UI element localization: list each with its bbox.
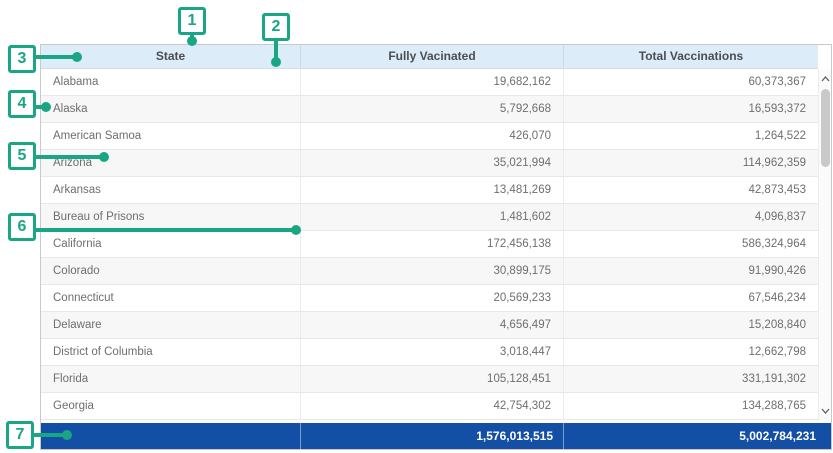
column-header-fully-vaccinated[interactable]: Fully Vacinated xyxy=(300,45,563,68)
table-body: Alabama19,682,16260,373,367Alaska5,792,6… xyxy=(41,69,818,420)
annotation-marker-4: 4 xyxy=(8,90,36,118)
scrollbar-thumb[interactable] xyxy=(821,89,830,167)
table-row[interactable]: California172,456,138586,324,964 xyxy=(41,231,818,258)
table-row[interactable]: Florida105,128,451331,191,302 xyxy=(41,366,818,393)
annotation-line-6 xyxy=(34,228,296,232)
annotation-marker-3: 3 xyxy=(8,45,36,73)
table-row[interactable]: Colorado30,899,17591,990,426 xyxy=(41,258,818,285)
state-cell: Georgia xyxy=(41,393,300,419)
table-row[interactable]: Alaska5,792,66816,593,372 xyxy=(41,96,818,123)
scroll-down-button[interactable] xyxy=(819,403,832,418)
fully-vaccinated-cell: 172,456,138 xyxy=(300,231,563,257)
total-vaccinations-cell: 1,264,522 xyxy=(563,123,818,149)
total-vaccinations-cell: 586,324,964 xyxy=(563,231,818,257)
total-vaccinations-cell: 15,208,840 xyxy=(563,312,818,338)
state-cell: Arizona xyxy=(41,150,300,176)
table-row[interactable]: Delaware4,656,49715,208,840 xyxy=(41,312,818,339)
table-row[interactable]: Arizona35,021,994114,962,359 xyxy=(41,150,818,177)
annotation-marker-1: 1 xyxy=(178,7,206,35)
fully-vaccinated-cell: 20,569,233 xyxy=(300,285,563,311)
table-row[interactable]: Georgia42,754,302134,288,765 xyxy=(41,393,818,420)
annotation-line-5 xyxy=(34,155,104,159)
column-header-total-vaccinations[interactable]: Total Vaccinations xyxy=(563,45,818,68)
vaccination-table: State Fully Vacinated Total Vaccinations… xyxy=(40,44,832,450)
fully-vaccinated-cell: 1,481,602 xyxy=(300,204,563,230)
state-cell: Bureau of Prisons xyxy=(41,204,300,230)
annotation-dot-3 xyxy=(72,52,82,62)
state-cell: District of Columbia xyxy=(41,339,300,365)
fully-vaccinated-cell: 426,070 xyxy=(300,123,563,149)
total-vaccinations-cell: 12,662,798 xyxy=(563,339,818,365)
total-vaccinations-cell: 331,191,302 xyxy=(563,366,818,392)
total-vaccinations-cell: 134,288,765 xyxy=(563,393,818,419)
fully-vaccinated-cell: 13,481,269 xyxy=(300,177,563,203)
total-vaccinations-cell: 114,962,359 xyxy=(563,150,818,176)
total-vaccinations-cell: 67,546,234 xyxy=(563,285,818,311)
table-row[interactable]: Arkansas13,481,26942,873,453 xyxy=(41,177,818,204)
state-cell: Alabama xyxy=(41,69,300,95)
annotation-dot-7 xyxy=(62,430,72,440)
total-vaccinations-cell: 91,990,426 xyxy=(563,258,818,284)
state-cell: Florida xyxy=(41,366,300,392)
annotation-dot-2 xyxy=(271,57,281,67)
annotation-dot-5 xyxy=(99,152,109,162)
table-row[interactable]: District of Columbia3,018,44712,662,798 xyxy=(41,339,818,366)
summary-row: 1,576,013,515 5,002,784,231 xyxy=(41,423,831,449)
chevron-up-icon xyxy=(821,76,830,82)
fully-vaccinated-cell: 5,792,668 xyxy=(300,96,563,122)
state-cell: Colorado xyxy=(41,258,300,284)
table-row[interactable]: Alabama19,682,16260,373,367 xyxy=(41,69,818,96)
fully-vaccinated-cell: 30,899,175 xyxy=(300,258,563,284)
vertical-scrollbar[interactable] xyxy=(818,69,831,420)
fully-vaccinated-cell: 4,656,497 xyxy=(300,312,563,338)
annotation-marker-7: 7 xyxy=(6,421,34,449)
fully-vaccinated-cell: 3,018,447 xyxy=(300,339,563,365)
fully-vaccinated-cell: 105,128,451 xyxy=(300,366,563,392)
state-cell: Connecticut xyxy=(41,285,300,311)
chevron-down-icon xyxy=(821,408,830,414)
total-vaccinations-cell: 42,873,453 xyxy=(563,177,818,203)
table-row[interactable]: American Samoa426,0701,264,522 xyxy=(41,123,818,150)
summary-state-cell xyxy=(41,423,300,449)
fully-vaccinated-cell: 35,021,994 xyxy=(300,150,563,176)
summary-total-vaccinations-cell: 5,002,784,231 xyxy=(563,423,831,449)
annotation-dot-1 xyxy=(187,36,197,46)
total-vaccinations-cell: 4,096,837 xyxy=(563,204,818,230)
annotation-dot-6 xyxy=(291,225,301,235)
annotated-table-screenshot: State Fully Vacinated Total Vaccinations… xyxy=(0,0,833,453)
total-vaccinations-cell: 16,593,372 xyxy=(563,96,818,122)
summary-fully-vaccinated-cell: 1,576,013,515 xyxy=(300,423,563,449)
annotation-marker-2: 2 xyxy=(262,13,290,41)
table-row[interactable]: Connecticut20,569,23367,546,234 xyxy=(41,285,818,312)
annotation-marker-5: 5 xyxy=(8,142,36,170)
annotation-marker-6: 6 xyxy=(8,213,36,241)
annotation-dot-4 xyxy=(41,102,51,112)
state-cell: Delaware xyxy=(41,312,300,338)
state-cell: Arkansas xyxy=(41,177,300,203)
fully-vaccinated-cell: 19,682,162 xyxy=(300,69,563,95)
total-vaccinations-cell: 60,373,367 xyxy=(563,69,818,95)
table-header: State Fully Vacinated Total Vaccinations xyxy=(41,45,818,69)
state-cell: Alaska xyxy=(41,96,300,122)
state-cell: California xyxy=(41,231,300,257)
annotation-line-3 xyxy=(34,55,77,59)
fully-vaccinated-cell: 42,754,302 xyxy=(300,393,563,419)
table-row[interactable]: Bureau of Prisons1,481,6024,096,837 xyxy=(41,204,818,231)
scroll-up-button[interactable] xyxy=(819,71,832,86)
state-cell: American Samoa xyxy=(41,123,300,149)
